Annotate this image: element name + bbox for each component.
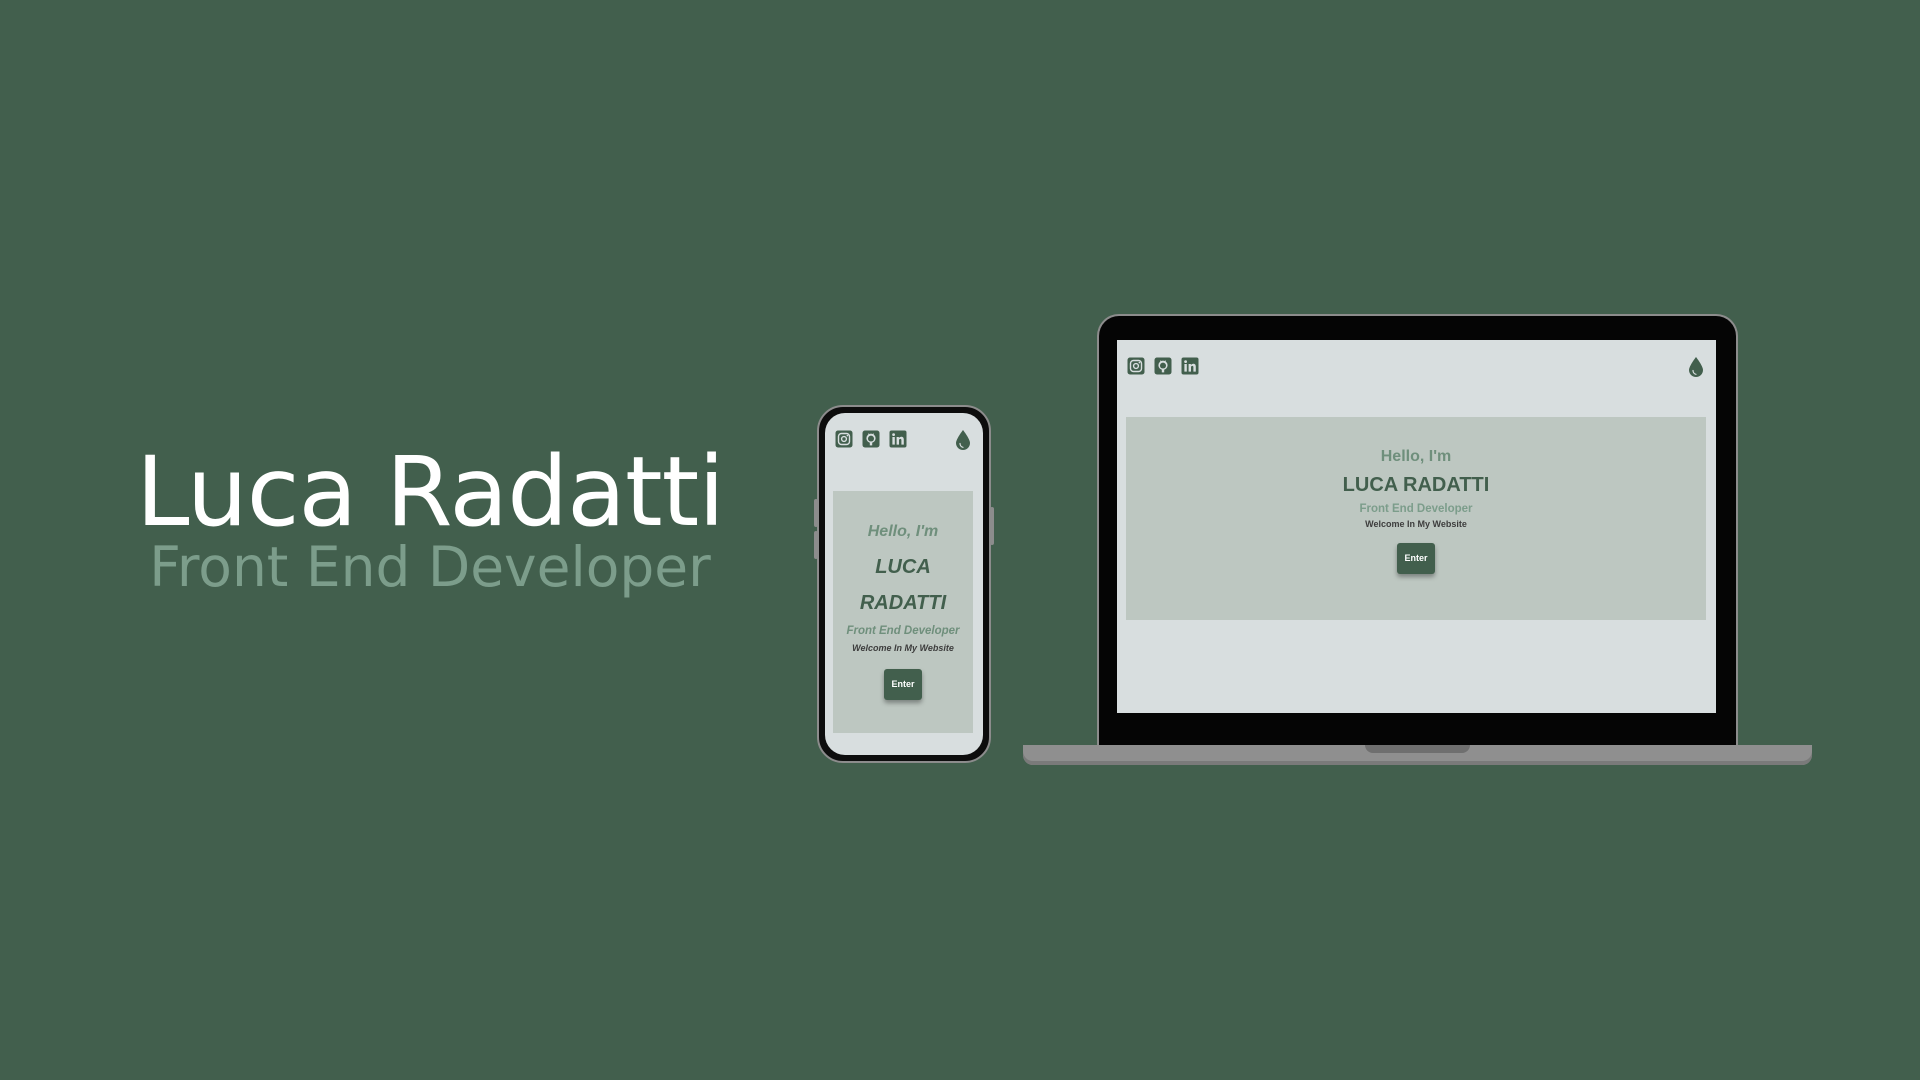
instagram-icon[interactable]: [1127, 357, 1145, 375]
linkedin-icon[interactable]: [889, 430, 907, 448]
phone-screen: Hello, I'm LUCA RADATTI Front End Develo…: [825, 413, 983, 755]
phone-side-button: [814, 531, 818, 559]
enter-button[interactable]: Enter: [1397, 543, 1435, 574]
greeting-text: Hello, I'm: [1380, 448, 1452, 465]
name-heading: LUCA RADATTI: [833, 549, 973, 621]
name-line-last: RADATTI: [859, 592, 947, 614]
phone-mockup: Hello, I'm LUCA RADATTI Front End Develo…: [814, 405, 994, 763]
phone-power-button: [990, 507, 994, 545]
phone-header: [835, 430, 973, 450]
social-links: [1127, 357, 1208, 375]
name-heading: LUCA RADATTI: [1342, 474, 1490, 496]
hero-name: Luca Radatti: [136, 436, 725, 548]
role-text: Front End Developer: [1359, 503, 1473, 515]
welcome-text: Welcome In My Website: [1365, 519, 1467, 529]
laptop-notch: [1365, 745, 1470, 753]
droplet-icon[interactable]: [1687, 356, 1705, 378]
laptop-intro-card: Hello, I'm LUCA RADATTI Front End Develo…: [1126, 417, 1706, 620]
role-text: Front End Developer: [846, 625, 960, 637]
droplet-icon[interactable]: [954, 429, 972, 451]
instagram-icon[interactable]: [835, 430, 853, 448]
laptop-mockup: Hello, I'm LUCA RADATTI Front End Develo…: [1097, 314, 1738, 745]
laptop-header: [1127, 357, 1706, 377]
enter-button[interactable]: Enter: [884, 669, 922, 700]
laptop-screen: Hello, I'm LUCA RADATTI Front End Develo…: [1117, 340, 1716, 713]
social-links: [835, 430, 916, 448]
name-line-first: LUCA: [875, 556, 931, 578]
github-icon[interactable]: [862, 430, 880, 448]
hero-role: Front End Developer: [149, 535, 711, 599]
github-icon[interactable]: [1154, 357, 1172, 375]
phone-intro-card: Hello, I'm LUCA RADATTI Front End Develo…: [833, 491, 973, 733]
greeting-text: Hello, I'm: [867, 523, 939, 540]
welcome-text: Welcome In My Website: [852, 643, 954, 653]
hero-section: Luca Radatti Front End Developer: [130, 432, 730, 596]
linkedin-icon[interactable]: [1181, 357, 1199, 375]
phone-side-button: [814, 499, 818, 527]
